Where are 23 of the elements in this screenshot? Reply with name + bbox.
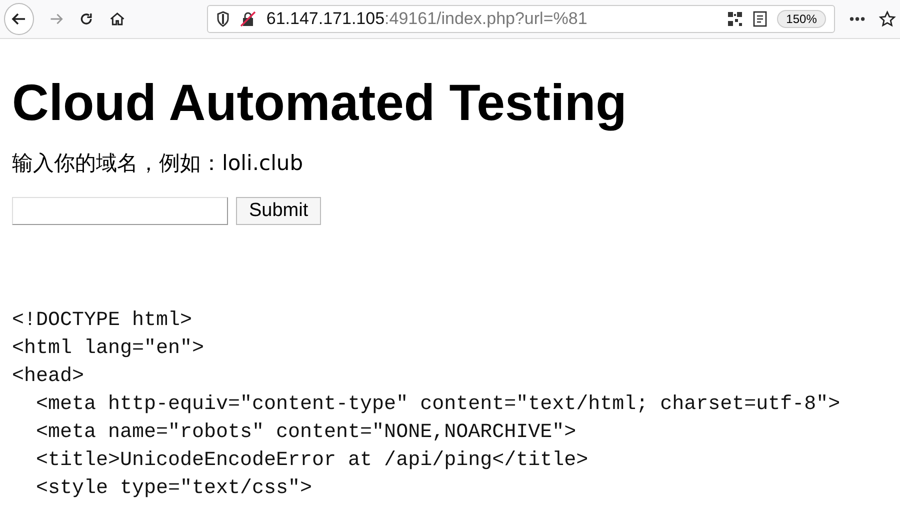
more-icon[interactable] — [848, 16, 866, 22]
submit-button[interactable]: Submit — [236, 197, 322, 225]
source-code-line: <!DOCTYPE html> — [12, 308, 194, 334]
home-icon[interactable] — [108, 10, 126, 28]
url-host: 61.147.171.105 — [266, 9, 385, 28]
domain-input-field[interactable] — [12, 197, 228, 225]
prompt-text: 输入你的域名，例如：loli.club — [12, 150, 304, 177]
source-code-line: <meta name="robots" content="NONE,NOARCHIVE"> — [35, 420, 578, 446]
qr-code-icon[interactable] — [727, 11, 744, 27]
url-path: :49161/index.php?url=%81 — [384, 9, 588, 28]
zoom-level-button[interactable]: 150% — [777, 10, 826, 28]
source-code-line: <head> — [12, 364, 86, 390]
address-bar[interactable]: 61.147.171.105:49161/index.php?url=%81 150% — [207, 5, 835, 33]
star-icon[interactable] — [879, 10, 896, 28]
source-code-line: <style type="text/css"> — [35, 476, 314, 502]
shield-icon[interactable] — [216, 11, 230, 27]
source-code-line: <meta http-equiv="content-type" content="text/html; charset=utf-8"> — [35, 392, 842, 418]
back-button[interactable] — [4, 3, 34, 35]
page-heading: Cloud Automated Testing — [12, 75, 628, 131]
source-code-line: <html lang="en"> — [12, 336, 206, 362]
insecure-lock-icon[interactable] — [240, 11, 256, 27]
source-code-line: <title>UnicodeEncodeError at /api/ping</title> — [35, 448, 590, 474]
reader-view-icon[interactable] — [753, 11, 768, 27]
